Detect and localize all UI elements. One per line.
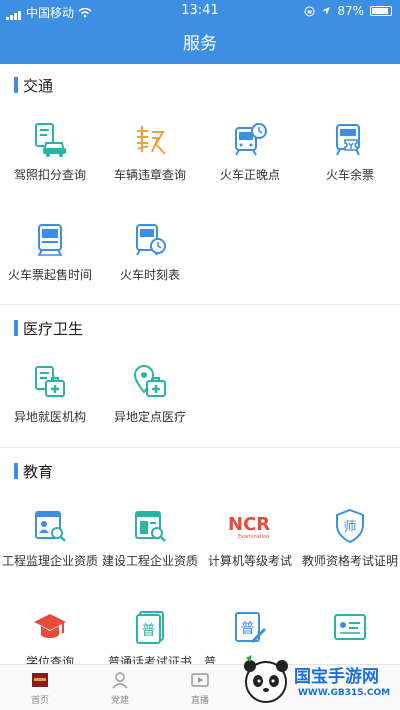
panda-logo-icon bbox=[244, 655, 288, 703]
train-ticket-icon bbox=[332, 122, 368, 158]
service-train-schedule[interactable]: 火车时刻表 bbox=[100, 222, 200, 302]
service-train-delay[interactable]: 火车正晚点 bbox=[200, 122, 300, 202]
service-ticket-sale-time[interactable]: 火车票起售时间 bbox=[0, 222, 100, 302]
ncre-logo-icon: NCR Examination bbox=[226, 508, 274, 544]
service-label: 火车时刻表 bbox=[119, 268, 180, 282]
battery-percent: 87% bbox=[337, 4, 364, 18]
section-divider bbox=[0, 447, 400, 448]
status-right: 87% bbox=[304, 4, 392, 18]
service-label: 计算机等级考试 bbox=[207, 554, 292, 568]
violation-icon bbox=[132, 122, 168, 158]
battery-icon bbox=[370, 6, 392, 16]
service-label: 工程监理企业资质 bbox=[1, 554, 98, 568]
section-title-education: 教育 bbox=[23, 463, 54, 481]
tab-home[interactable]: 首页 bbox=[0, 665, 80, 710]
service-label: 火车正晚点 bbox=[219, 168, 280, 182]
service-label: 车辆违章查询 bbox=[113, 168, 186, 182]
section-divider bbox=[0, 304, 400, 305]
service-vehicle-violation[interactable]: 车辆违章查询 bbox=[100, 122, 200, 202]
driving-license-car-icon bbox=[32, 122, 68, 158]
service-engineering-supervision[interactable]: 工程监理企业资质 bbox=[0, 508, 100, 588]
watermark-url: WWW.GB315.COM bbox=[298, 688, 391, 698]
certificate-icon bbox=[332, 609, 368, 645]
service-construction-enterprise[interactable]: 建设工程企业资质 bbox=[100, 508, 200, 588]
mandarin-pen-icon: 普 bbox=[232, 609, 268, 645]
mandarin-pen-text: 普 bbox=[241, 621, 255, 637]
graduation-cap-icon bbox=[32, 609, 68, 645]
engineering-supervision-icon bbox=[32, 508, 68, 544]
service-driving-points[interactable]: 驾照扣分查询 bbox=[0, 122, 100, 202]
mandarin-certificate-text: 普 bbox=[142, 623, 156, 639]
train-icon bbox=[32, 222, 68, 258]
tab-label: 首页 bbox=[30, 696, 49, 706]
train-schedule-icon bbox=[132, 222, 168, 258]
live-play-icon bbox=[191, 671, 209, 689]
watermark-brand: 国宝手游网 bbox=[294, 667, 379, 687]
home-icon bbox=[31, 671, 49, 689]
service-label: 火车票起售时间 bbox=[7, 268, 92, 282]
section-accent-bar bbox=[14, 320, 18, 336]
page-title: 服务 bbox=[183, 34, 217, 54]
service-teacher-qualification[interactable]: 师 教师资格考试证明 bbox=[300, 508, 400, 588]
lock-rotation-icon bbox=[304, 6, 315, 16]
service-label: 异地定点医疗 bbox=[113, 410, 186, 424]
construction-enterprise-icon bbox=[132, 508, 168, 544]
section-header-traffic: 交通 bbox=[0, 70, 400, 100]
medical-institution-icon bbox=[32, 364, 68, 400]
service-label: 教师资格考试证明 bbox=[301, 554, 398, 568]
section-title-traffic: 交通 bbox=[23, 77, 54, 95]
section-accent-bar bbox=[14, 77, 18, 93]
tab-label: 党建 bbox=[110, 696, 129, 706]
service-label: 异地就医机构 bbox=[13, 410, 86, 424]
mandarin-certificate-icon: 普 bbox=[132, 609, 168, 645]
tab-party-building[interactable]: 党建 bbox=[80, 665, 160, 710]
service-label: 火车余票 bbox=[325, 168, 374, 182]
service-medical-institution[interactable]: 异地就医机构 bbox=[0, 364, 100, 444]
section-accent-bar bbox=[14, 463, 18, 479]
service-computer-exam[interactable]: NCR Examination 计算机等级考试 bbox=[200, 508, 300, 588]
status-bar: 中国移动 13:41 87% bbox=[0, 0, 400, 22]
tab-live[interactable]: 直播 bbox=[160, 665, 240, 710]
service-train-tickets[interactable]: 火车余票 bbox=[300, 122, 400, 202]
section-title-medical: 医疗卫生 bbox=[23, 320, 84, 338]
service-label: 建设工程企业资质 bbox=[101, 554, 198, 568]
tab-label: 直播 bbox=[190, 696, 209, 706]
site-watermark: 国宝手游网 WWW.GB315.COM bbox=[236, 650, 400, 710]
service-label: 驾照扣分查询 bbox=[13, 168, 86, 182]
location-arrow-icon bbox=[322, 7, 331, 15]
service-medical-location[interactable]: 异地定点医疗 bbox=[100, 364, 200, 444]
app-header: 中国移动 13:41 87% 服务 bbox=[0, 0, 400, 64]
section-header-education: 教育 bbox=[0, 456, 400, 486]
medical-location-icon bbox=[132, 364, 168, 400]
ncre-logo-subtext: Examination bbox=[238, 534, 269, 540]
section-header-medical: 医疗卫生 bbox=[0, 313, 400, 343]
party-building-icon bbox=[111, 671, 129, 689]
ncre-logo-text: NCR bbox=[228, 514, 270, 535]
teacher-shield-icon: 师 bbox=[332, 508, 368, 544]
teacher-shield-text: 师 bbox=[343, 520, 356, 535]
train-clock-icon bbox=[232, 122, 268, 158]
